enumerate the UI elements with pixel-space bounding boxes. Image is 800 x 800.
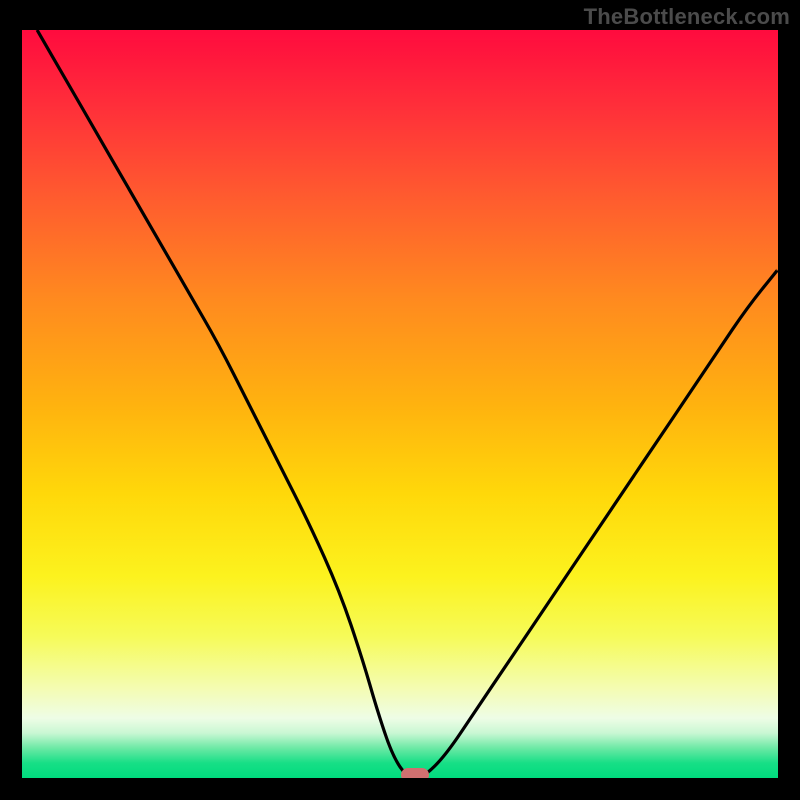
optimal-marker [401, 768, 429, 778]
chart-frame: TheBottleneck.com [0, 0, 800, 800]
plot-area [22, 30, 778, 778]
curve-path [37, 30, 778, 778]
bottleneck-curve [22, 30, 778, 778]
watermark-text: TheBottleneck.com [584, 4, 790, 30]
